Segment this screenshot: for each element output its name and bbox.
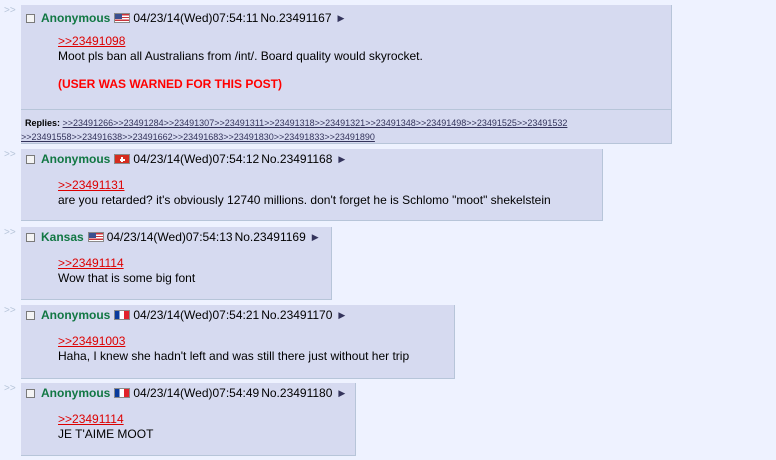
post-text: JE T'AIME MOOT <box>58 427 154 441</box>
post-checkbox[interactable] <box>26 13 35 23</box>
us-flag-icon <box>114 13 131 23</box>
post-checkbox[interactable] <box>26 310 35 320</box>
poster-name: Anonymous <box>41 386 111 400</box>
post-info: Anonymous 04/23/14(Wed)07:54:11 No.23491… <box>26 11 344 25</box>
post-text: are you retarded? it's obviously 12740 m… <box>58 193 551 207</box>
post-number-link[interactable]: No.23491169 <box>235 230 306 244</box>
quote-link[interactable]: >>23491114 <box>58 412 153 427</box>
post-message: >>23491098 Moot pls ban all Australians … <box>58 34 423 92</box>
quote-link[interactable]: >>23491114 <box>58 256 195 271</box>
poster-name: Anonymous <box>41 152 111 166</box>
poster-name: Anonymous <box>41 308 111 322</box>
reply-post: Anonymous 04/23/14(Wed)07:54:11 No.23491… <box>21 5 672 144</box>
expand-menu-icon[interactable]: ▶ <box>338 388 345 399</box>
post-message: >>23491114 Wow that is some big font <box>58 256 195 286</box>
quote-link[interactable]: >>23491003 <box>58 334 409 349</box>
poster-name: Kansas <box>41 230 84 244</box>
post-datetime: 04/23/14(Wed)07:54:49 <box>133 386 260 400</box>
ch-flag-icon <box>114 154 131 164</box>
reply-post: Anonymous 04/23/14(Wed)07:54:49 No.23491… <box>21 383 356 456</box>
post-number-link[interactable]: No.23491168 <box>261 152 332 166</box>
post-datetime: 04/23/14(Wed)07:54:12 <box>133 152 260 166</box>
post-text: Wow that is some big font <box>58 271 196 285</box>
post-info: Anonymous 04/23/14(Wed)07:54:21 No.23491… <box>26 308 345 322</box>
reply-post: Anonymous 04/23/14(Wed)07:54:21 No.23491… <box>21 305 455 379</box>
backlinks: Replies: >>23491266>>23491284>>23491307>… <box>21 109 671 144</box>
fr-flag-icon <box>114 310 131 320</box>
post-number-link[interactable]: No.23491180 <box>261 386 332 400</box>
expand-menu-icon[interactable]: ▶ <box>338 154 345 165</box>
quote-link[interactable]: >>23491098 <box>58 34 423 49</box>
side-arrows: >> <box>4 305 16 316</box>
post-info: Anonymous 04/23/14(Wed)07:54:12 No.23491… <box>26 152 345 166</box>
side-arrows: >> <box>4 227 16 238</box>
post-datetime: 04/23/14(Wed)07:54:21 <box>133 308 260 322</box>
us-flag-icon <box>87 232 104 242</box>
post-number-link[interactable]: No.23491167 <box>260 11 331 25</box>
side-arrows: >> <box>4 383 16 394</box>
reply-post: Anonymous 04/23/14(Wed)07:54:12 No.23491… <box>21 149 603 221</box>
replies-label: Replies: <box>25 118 61 128</box>
post-message: >>23491131 are you retarded? it's obviou… <box>58 178 551 208</box>
post-checkbox[interactable] <box>26 388 35 398</box>
post-datetime: 04/23/14(Wed)07:54:11 <box>133 11 259 25</box>
side-arrows: >> <box>4 149 16 160</box>
expand-menu-icon[interactable]: ▶ <box>338 310 345 321</box>
post-text: Haha, I knew she hadn't left and was sti… <box>58 349 410 363</box>
post-text: Moot pls ban all Australians from /int/.… <box>58 49 423 63</box>
post-info: Kansas 04/23/14(Wed)07:54:13 No.23491169… <box>26 230 319 244</box>
reply-post: Kansas 04/23/14(Wed)07:54:13 No.23491169… <box>21 227 332 300</box>
warning-text: (USER WAS WARNED FOR THIS POST) <box>58 77 283 91</box>
expand-menu-icon[interactable]: ▶ <box>338 13 345 24</box>
backlink-list[interactable]: >>23491266>>23491284>>23491307>>23491311… <box>63 118 568 128</box>
quote-link[interactable]: >>23491131 <box>58 178 551 193</box>
post-checkbox[interactable] <box>26 154 35 164</box>
post-checkbox[interactable] <box>26 232 35 242</box>
post-number-link[interactable]: No.23491170 <box>261 308 332 322</box>
backlink-list[interactable]: >>23491558>>23491638>>23491662>>23491683… <box>21 132 375 142</box>
expand-menu-icon[interactable]: ▶ <box>312 232 319 243</box>
post-message: >>23491003 Haha, I knew she hadn't left … <box>58 334 409 364</box>
post-message: >>23491114 JE T'AIME MOOT <box>58 412 153 442</box>
post-datetime: 04/23/14(Wed)07:54:13 <box>106 230 233 244</box>
post-info: Anonymous 04/23/14(Wed)07:54:49 No.23491… <box>26 386 345 400</box>
fr-flag-icon <box>114 388 131 398</box>
poster-name: Anonymous <box>41 11 111 25</box>
side-arrows: >> <box>4 5 16 16</box>
